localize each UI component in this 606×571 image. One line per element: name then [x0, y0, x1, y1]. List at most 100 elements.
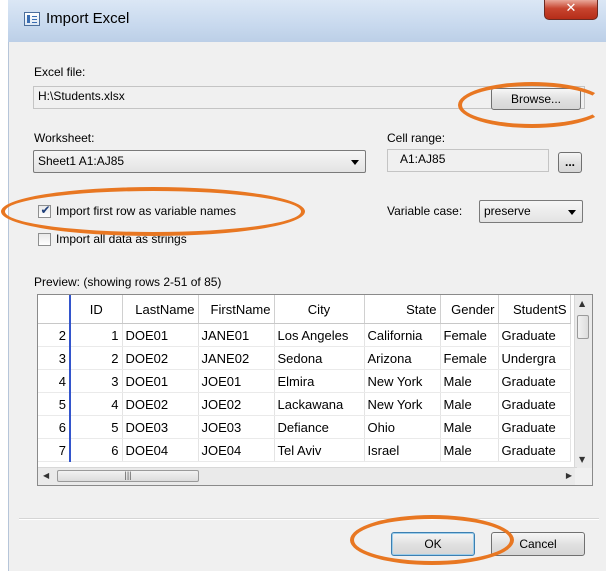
cell-studentstatus: Graduate: [498, 392, 571, 416]
footer-separator: [19, 518, 599, 520]
dialog-app-icon: [24, 12, 40, 26]
excel-file-label: Excel file:: [34, 65, 86, 79]
chevron-down-icon: [568, 210, 576, 215]
cell-gender: Male: [440, 392, 499, 416]
column-header-rownum: [38, 295, 71, 324]
column-header-gender[interactable]: Gender: [440, 295, 499, 324]
close-button[interactable]: ✕: [544, 0, 598, 20]
cell-gender: Male: [440, 438, 499, 462]
cell-city: Sedona: [274, 346, 365, 370]
scroll-right-icon[interactable]: ▶: [566, 471, 572, 480]
scroll-left-icon[interactable]: ◀: [43, 471, 49, 480]
cell-studentstatus: Graduate: [498, 438, 571, 462]
window-title: Import Excel: [46, 10, 130, 27]
cell-id: 2: [70, 346, 123, 370]
ok-button[interactable]: OK: [391, 532, 475, 556]
checkmark-icon: ✔: [40, 203, 51, 217]
vertical-scrollbar[interactable]: ▲ ▼: [574, 295, 592, 468]
cell-id: 4: [70, 392, 123, 416]
cell-id: 3: [70, 369, 123, 393]
cell-firstname: JOE01: [198, 369, 275, 393]
row-number: 4: [38, 369, 71, 393]
dialog-body: Excel file: H:\Students.xlsx Browse... W…: [8, 42, 606, 571]
horizontal-scrollbar[interactable]: ◀ ||| ▶: [38, 467, 577, 485]
cell-state: Arizona: [364, 346, 441, 370]
table-row: 4 3 DOE01 JOE01 Elmira New York Male Gra…: [38, 369, 571, 393]
preview-header-row: ID LastName FirstName City State Gender …: [38, 295, 571, 324]
row-number: 6: [38, 415, 71, 439]
cell-firstname: JOE03: [198, 415, 275, 439]
cell-gender: Male: [440, 415, 499, 439]
cell-state: New York: [364, 392, 441, 416]
scroll-up-icon[interactable]: ▲: [579, 299, 585, 308]
cell-range-field: A1:AJ85: [387, 149, 549, 172]
column-header-firstname[interactable]: FirstName: [198, 295, 275, 324]
cell-firstname: JOE04: [198, 438, 275, 462]
chevron-down-icon: [351, 160, 359, 165]
column-header-studentstatus[interactable]: StudentS: [498, 295, 571, 324]
variable-case-value: preserve: [484, 204, 531, 218]
cell-firstname: JANE02: [198, 346, 275, 370]
cell-id: 5: [70, 415, 123, 439]
scroll-down-icon[interactable]: ▼: [579, 455, 585, 464]
variable-case-label: Variable case:: [387, 204, 463, 218]
cell-range-label: Cell range:: [387, 131, 446, 145]
column-header-lastname[interactable]: LastName: [122, 295, 199, 324]
row-number: 5: [38, 392, 71, 416]
cell-lastname: DOE01: [122, 369, 199, 393]
cell-gender: Male: [440, 369, 499, 393]
table-row: 3 2 DOE02 JANE02 Sedona Arizona Female U…: [38, 346, 571, 370]
cell-city: Tel Aviv: [274, 438, 365, 462]
cell-city: Los Angeles: [274, 323, 365, 347]
scroll-grip-icon: |||: [124, 470, 132, 480]
vertical-scroll-thumb[interactable]: [577, 315, 589, 339]
row-number: 7: [38, 438, 71, 462]
cell-gender: Female: [440, 323, 499, 347]
cell-gender: Female: [440, 346, 499, 370]
excel-file-path: H:\Students.xlsx: [38, 89, 125, 103]
preview-label: Preview: (showing rows 2-51 of 85): [34, 275, 222, 289]
cancel-button[interactable]: Cancel: [491, 532, 585, 556]
worksheet-selected-value: Sheet1 A1:AJ85: [38, 154, 125, 168]
cell-state: Ohio: [364, 415, 441, 439]
cell-city: Elmira: [274, 369, 365, 393]
column-header-state[interactable]: State: [364, 295, 441, 324]
cell-studentstatus: Graduate: [498, 415, 571, 439]
cell-lastname: DOE02: [122, 346, 199, 370]
cell-lastname: DOE02: [122, 392, 199, 416]
worksheet-label: Worksheet:: [34, 131, 95, 145]
cell-firstname: JANE01: [198, 323, 275, 347]
cell-studentstatus: Graduate: [498, 369, 571, 393]
row-number: 2: [38, 323, 71, 347]
cell-id: 6: [70, 438, 123, 462]
table-row: 7 6 DOE04 JOE04 Tel Aviv Israel Male Gra…: [38, 438, 571, 462]
import-all-strings-checkbox[interactable]: [38, 233, 51, 246]
cell-studentstatus: Undergra: [498, 346, 571, 370]
import-all-strings-label: Import all data as strings: [56, 232, 187, 246]
import-first-row-label: Import first row as variable names: [56, 204, 237, 218]
table-row: 6 5 DOE03 JOE03 Defiance Ohio Male Gradu…: [38, 415, 571, 439]
preview-grid[interactable]: ID LastName FirstName City State Gender …: [37, 294, 593, 486]
cell-studentstatus: Graduate: [498, 323, 571, 347]
cell-range-picker-button[interactable]: ...: [558, 152, 582, 173]
cell-state: New York: [364, 369, 441, 393]
cell-state: California: [364, 323, 441, 347]
cell-city: Defiance: [274, 415, 365, 439]
cell-lastname: DOE01: [122, 323, 199, 347]
row-number: 3: [38, 346, 71, 370]
horizontal-scroll-thumb[interactable]: |||: [57, 470, 199, 482]
column-header-id[interactable]: ID: [70, 295, 123, 324]
cell-state: Israel: [364, 438, 441, 462]
import-excel-dialog: Import Excel ✕ Excel file: H:\Students.x…: [0, 0, 606, 571]
cell-city: Lackawana: [274, 392, 365, 416]
cell-firstname: JOE02: [198, 392, 275, 416]
worksheet-select[interactable]: Sheet1 A1:AJ85: [33, 150, 366, 173]
scrollbar-corner: [575, 468, 592, 485]
import-first-row-checkbox[interactable]: ✔: [38, 203, 51, 218]
cell-lastname: DOE03: [122, 415, 199, 439]
browse-button[interactable]: Browse...: [491, 88, 581, 110]
variable-case-select[interactable]: preserve: [479, 200, 583, 223]
table-row: 2 1 DOE01 JANE01 Los Angeles California …: [38, 323, 571, 347]
column-header-city[interactable]: City: [274, 295, 365, 324]
cell-lastname: DOE04: [122, 438, 199, 462]
